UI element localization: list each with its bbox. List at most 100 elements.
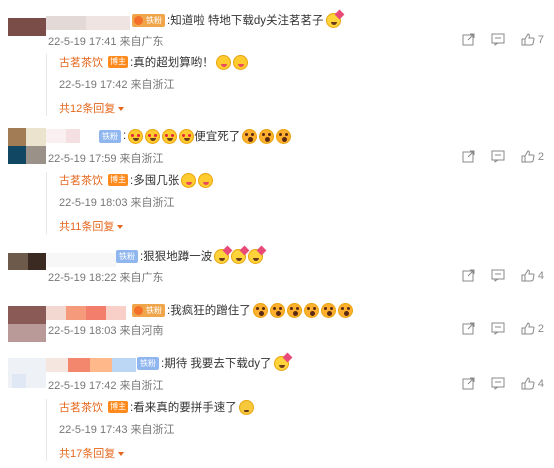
thumbs-up-icon <box>521 322 535 335</box>
comment-text-line: 铁粉 :期待 我要去下载dy了 <box>137 355 289 371</box>
like-button[interactable]: 7 <box>521 33 544 46</box>
like-button[interactable]: 2 <box>521 150 544 163</box>
shocked-emoji-icon <box>320 302 336 318</box>
username-obscured[interactable] <box>46 16 130 30</box>
reply-button[interactable] <box>491 33 505 46</box>
shocked-emoji-icon <box>269 302 285 318</box>
avatar[interactable] <box>8 253 46 270</box>
comment-actions: 4 <box>462 269 544 282</box>
like-count: 7 <box>537 33 544 46</box>
reply-button[interactable] <box>491 150 505 163</box>
reply-line: 古茗茶饮 博主 :多囤几张 <box>59 172 214 188</box>
thumbs-up-icon <box>521 150 535 163</box>
thumbs-up-icon <box>521 33 535 46</box>
reply-meta: 22-5-19 18:03 来自浙江 <box>59 197 175 209</box>
reply-author[interactable]: 古茗茶饮 <box>59 54 103 70</box>
shocked-emoji-icon <box>252 302 268 318</box>
share-button[interactable] <box>462 269 475 282</box>
more-replies-link[interactable]: 共11条回复 <box>59 218 124 234</box>
heart-eyes-emoji-icon <box>179 128 195 144</box>
reply-meta: 22-5-19 17:42 来自浙江 <box>59 79 175 91</box>
reply-text: :多囤几张 <box>130 175 180 187</box>
comment-meta: 22-5-19 17:59 来自浙江 <box>48 153 164 165</box>
share-icon <box>462 33 475 46</box>
thumbs-up-icon <box>521 377 535 390</box>
username-obscured[interactable] <box>46 129 96 143</box>
reply-block: 古茗茶饮 博主 :真的超划算哟！ 22-5-19 17:42 来自浙江 共12条… <box>46 54 516 116</box>
like-button[interactable]: 4 <box>521 377 544 390</box>
reply-author[interactable]: 古茗茶饮 <box>59 172 103 188</box>
avatar[interactable] <box>8 18 46 36</box>
more-replies-label: 共11条回复 <box>59 221 115 233</box>
heart-eyes-emoji-icon <box>128 128 144 144</box>
comment-icon <box>491 269 505 282</box>
username-obscured[interactable] <box>46 358 136 372</box>
avatar[interactable] <box>8 306 46 342</box>
comment-text: :我疯狂的蹭住了 <box>167 305 251 317</box>
reply-button[interactable] <box>491 377 505 390</box>
share-button[interactable] <box>462 33 475 46</box>
share-button[interactable] <box>462 150 475 163</box>
comment-meta: 22-5-19 17:41 来自广东 <box>48 36 164 48</box>
heart-eyes-emoji-icon <box>162 128 178 144</box>
heart-eyes-emoji-icon <box>145 128 161 144</box>
more-replies-link[interactable]: 共12条回复 <box>59 100 125 116</box>
party-emoji-icon <box>248 248 264 264</box>
fan-badge: 铁粉 <box>137 356 159 370</box>
comment-actions: 4 <box>462 377 544 390</box>
party-emoji-icon <box>325 12 341 28</box>
reply-meta: 22-5-19 17:43 来自浙江 <box>59 424 175 436</box>
fan-badge: 铁粉 <box>116 249 138 263</box>
reply-block: 古茗茶饮 博主 :看来真的要拼手速了 22-5-19 17:43 来自浙江 共1… <box>46 399 516 461</box>
share-button[interactable] <box>462 322 475 335</box>
share-icon <box>462 377 475 390</box>
like-button[interactable]: 2 <box>521 322 544 335</box>
share-icon <box>462 322 475 335</box>
host-badge: 博主 <box>108 401 128 413</box>
comment-text: : <box>123 130 127 142</box>
more-replies-link[interactable]: 共17条回复 <box>59 445 125 461</box>
comment-actions: 2 <box>462 322 544 335</box>
comment-text-2: 便宜死了 <box>194 131 241 143</box>
avatar[interactable] <box>8 128 46 164</box>
tongue-emoji-icon <box>215 54 231 70</box>
avatar[interactable] <box>8 358 46 388</box>
comment-meta: 22-5-19 18:22 来自广东 <box>48 272 164 284</box>
reply-button[interactable] <box>491 322 505 335</box>
comment-text-line: 铁粉 : 便宜死了 <box>99 128 292 144</box>
reply-text: :看来真的要拼手速了 <box>130 402 237 414</box>
host-badge: 博主 <box>108 174 128 186</box>
username-obscured[interactable] <box>46 253 116 267</box>
like-count: 4 <box>537 377 544 390</box>
shocked-emoji-icon <box>242 128 258 144</box>
reply-block: 古茗茶饮 博主 :多囤几张 22-5-19 18:03 来自浙江 共11条回复 <box>46 172 516 234</box>
like-button[interactable]: 4 <box>521 269 544 282</box>
fan-badge: 铁粉 <box>132 13 165 27</box>
comment-icon <box>491 377 505 390</box>
tongue-emoji-icon <box>198 172 214 188</box>
share-button[interactable] <box>462 377 475 390</box>
shocked-emoji-icon <box>276 128 292 144</box>
comment-text-line: 铁粉 :知道啦 特地下载dy关注茗茗子 <box>132 12 341 28</box>
reply-author[interactable]: 古茗茶饮 <box>59 399 103 415</box>
fan-badge: 铁粉 <box>99 129 121 143</box>
username-obscured[interactable] <box>46 306 126 320</box>
comment-actions: 7 <box>462 33 544 46</box>
like-count: 4 <box>537 269 544 282</box>
caret-down-icon <box>117 225 124 230</box>
comment-text: :狠狠地蹲一波 <box>140 251 213 263</box>
comment-icon <box>491 150 505 163</box>
party-emoji-icon <box>214 248 230 264</box>
share-icon <box>462 150 475 163</box>
tongue-emoji-icon <box>181 172 197 188</box>
more-replies-label: 共17条回复 <box>59 448 116 460</box>
like-count: 2 <box>537 150 544 163</box>
shocked-emoji-icon <box>259 128 275 144</box>
tongue-emoji-icon <box>232 54 248 70</box>
caret-down-icon <box>118 107 125 112</box>
comment-icon <box>491 322 505 335</box>
comment-text: :期待 我要去下载dy了 <box>161 358 272 370</box>
more-replies-label: 共12条回复 <box>59 103 116 115</box>
comment-actions: 2 <box>462 150 544 163</box>
reply-button[interactable] <box>491 269 505 282</box>
